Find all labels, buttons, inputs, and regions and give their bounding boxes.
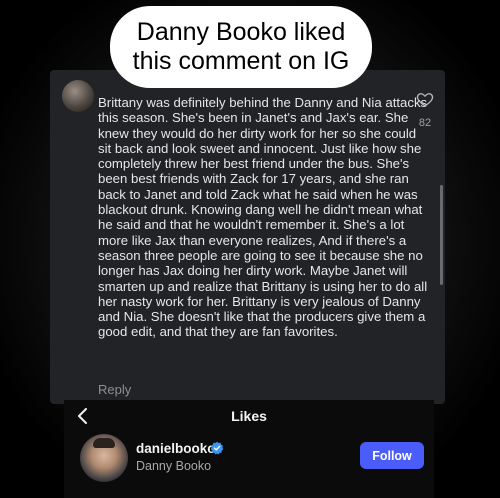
caption-line-2: this comment on IG bbox=[132, 47, 350, 75]
caption-line-1: Danny Booko liked bbox=[136, 18, 346, 46]
comment-text: Brittany was definitely behind the Danny… bbox=[98, 95, 428, 340]
likes-title: Likes bbox=[231, 408, 267, 424]
scrollbar[interactable] bbox=[440, 185, 443, 285]
follow-button[interactable]: Follow bbox=[360, 442, 424, 469]
reply-button[interactable]: Reply bbox=[98, 382, 131, 397]
avatar[interactable] bbox=[80, 434, 128, 482]
likes-sheet: Likes danielbooko Danny Booko Follow bbox=[64, 400, 434, 498]
verified-badge-icon bbox=[210, 441, 224, 455]
username[interactable]: danielbooko bbox=[136, 441, 216, 456]
caption-bubble: Danny Booko liked this comment on IG bbox=[110, 6, 372, 88]
comment-like-count: 82 bbox=[418, 117, 432, 129]
liker-row[interactable]: danielbooko Danny Booko Follow bbox=[64, 432, 434, 492]
commenter-avatar[interactable] bbox=[62, 80, 94, 112]
comment-panel: Brittany was definitely behind the Danny… bbox=[50, 70, 445, 404]
likes-header: Likes bbox=[64, 400, 434, 430]
heart-icon[interactable] bbox=[416, 90, 434, 108]
display-name: Danny Booko bbox=[136, 459, 212, 473]
